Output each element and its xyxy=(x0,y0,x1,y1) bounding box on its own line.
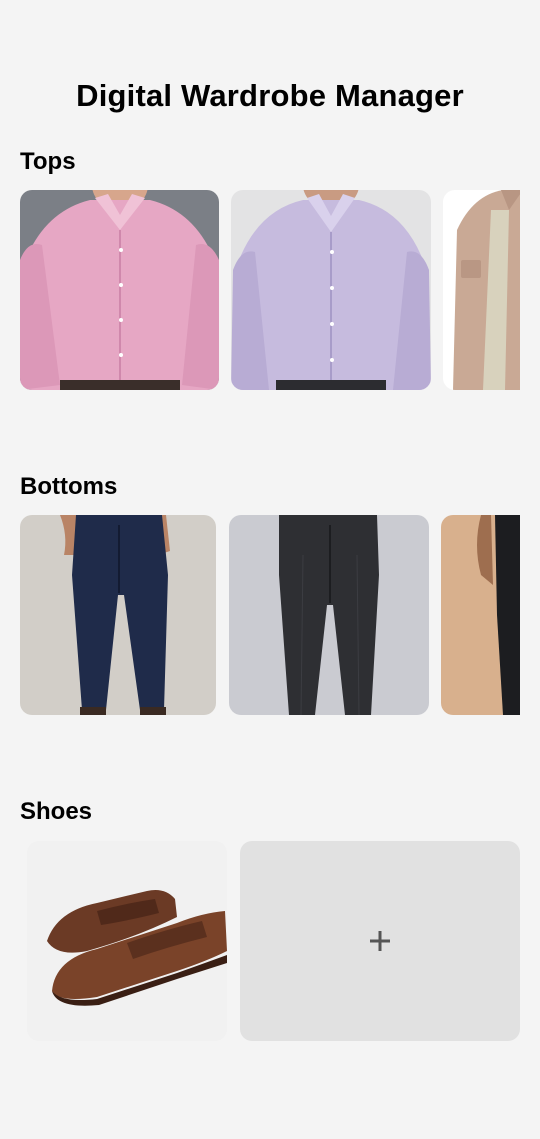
plus-icon xyxy=(370,931,390,951)
page-title: Digital Wardrobe Manager xyxy=(76,78,464,113)
section-title-shoes: Shoes xyxy=(20,798,93,825)
clothing-item-black-trousers[interactable] xyxy=(441,515,520,715)
clothing-item-pink-shirt[interactable] xyxy=(20,190,219,390)
section-title-tops: Tops xyxy=(20,148,76,175)
navy-trousers-image xyxy=(20,515,216,715)
add-shoe-button[interactable] xyxy=(240,841,520,1041)
tops-carousel[interactable] xyxy=(20,190,520,390)
section-title-bottoms: Bottoms xyxy=(20,473,118,500)
beige-overshirt-image xyxy=(443,190,520,390)
lavender-shirt-image xyxy=(231,190,431,390)
bottoms-carousel[interactable] xyxy=(20,515,520,715)
clothing-item-navy-trousers[interactable] xyxy=(20,515,216,715)
pink-shirt-image xyxy=(20,190,219,390)
clothing-item-lavender-shirt[interactable] xyxy=(231,190,431,390)
clothing-item-beige-overshirt[interactable] xyxy=(443,190,520,390)
clothing-item-charcoal-trousers[interactable] xyxy=(229,515,429,715)
black-trousers-image xyxy=(441,515,520,715)
clothing-item-brown-loafers[interactable] xyxy=(27,841,227,1041)
brown-loafers-image xyxy=(27,841,227,1041)
charcoal-trousers-image xyxy=(229,515,429,715)
